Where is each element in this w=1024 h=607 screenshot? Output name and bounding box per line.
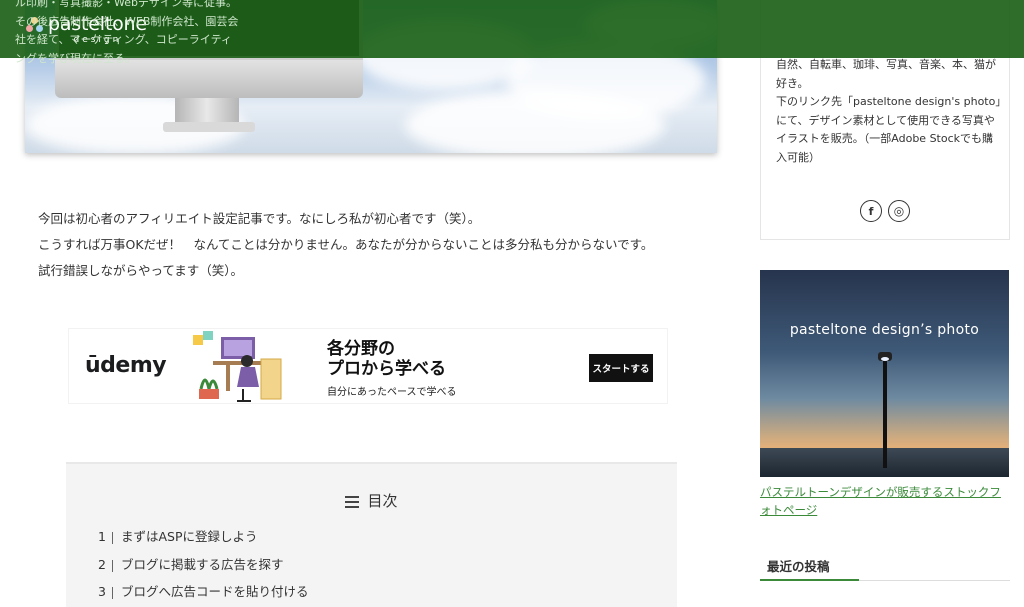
article-paragraph: こうすれば万事OKだぜ！ なんてことは分かりません。あなたが分からないことは多分… bbox=[38, 237, 654, 252]
article-paragraph: 試行錯誤しながらやってます（笑）。 bbox=[38, 263, 244, 278]
lamp-pole bbox=[883, 358, 887, 468]
udemy-ad-banner[interactable]: ūdemy 各分野の プロから学べる 自分にあったペースで学べる スタートする bbox=[68, 328, 668, 404]
ad-title-line2: プロから学べる bbox=[327, 359, 446, 379]
monitor-stand bbox=[175, 98, 239, 124]
facebook-icon[interactable]: f bbox=[860, 200, 882, 222]
ad-start-button[interactable]: スタートする bbox=[589, 354, 653, 382]
toc-header[interactable]: 目次 bbox=[66, 490, 677, 511]
monitor-foot bbox=[163, 122, 255, 132]
recent-posts-heading: 最近の投稿 bbox=[767, 559, 830, 574]
ad-title: 各分野の プロから学べる bbox=[327, 339, 446, 379]
toc-title: 目次 bbox=[367, 492, 398, 510]
list-icon bbox=[345, 495, 360, 508]
profile-text: 自然、自転車、珈琲、写真、音楽、本、猫が好き。 下のリンク先「pastelton… bbox=[776, 56, 1002, 167]
photo-store-banner[interactable]: pasteltone design’s photo bbox=[760, 270, 1009, 477]
recent-posts-accent bbox=[760, 579, 859, 581]
profile-line: 自然、自転車、珈琲、写真、音楽、本、猫が好き。 bbox=[776, 58, 996, 90]
udemy-logo: ūdemy bbox=[85, 353, 167, 378]
photo-banner-title: pasteltone design’s photo bbox=[789, 322, 980, 338]
toc-item-label: ブログに掲載する広告を探す bbox=[121, 557, 284, 572]
toc-item[interactable]: 2 ブログに掲載する広告を探す bbox=[96, 554, 284, 573]
toc-item[interactable]: 3 ブログへ広告コードを貼り付ける bbox=[96, 581, 309, 600]
profile-intro-text: ル印刷・写真撮影・Webデザイン等に従事。その後広告制作会社、WEB制作会社、園… bbox=[15, 0, 239, 65]
lamp-light bbox=[881, 357, 889, 361]
toc-item-label: ブログへ広告コードを貼り付ける bbox=[121, 584, 309, 599]
ad-subtitle: 自分にあったペースで学べる bbox=[327, 387, 457, 398]
toc-item[interactable]: 1 まずはASPに登録しよう bbox=[96, 526, 258, 545]
ad-illustration-icon bbox=[193, 331, 282, 402]
instagram-icon[interactable]: ◎ bbox=[888, 200, 910, 222]
ad-title-line1: 各分野の bbox=[327, 339, 395, 359]
profile-line: 下のリンク先「pasteltone design's photo」にて、デザイン… bbox=[776, 95, 1001, 164]
toc-item-label: まずはASPに登録しよう bbox=[121, 529, 258, 544]
photo-store-link[interactable]: パステルトーンデザインが販売するストックフォトページ bbox=[760, 483, 1010, 519]
article-paragraph: 今回は初心者のアフィリエイト設定記事です。なにしろ私が初心者です（笑）。 bbox=[38, 211, 481, 226]
table-of-contents: 目次 1 まずはASPに登録しよう 2 ブログに掲載する広告を探す 3 ブログへ広告コ… bbox=[66, 462, 677, 607]
article-body: 今回は初心者のアフィリエイト設定記事です。なにしろ私が初心者です（笑）。 こうす… bbox=[38, 206, 698, 284]
